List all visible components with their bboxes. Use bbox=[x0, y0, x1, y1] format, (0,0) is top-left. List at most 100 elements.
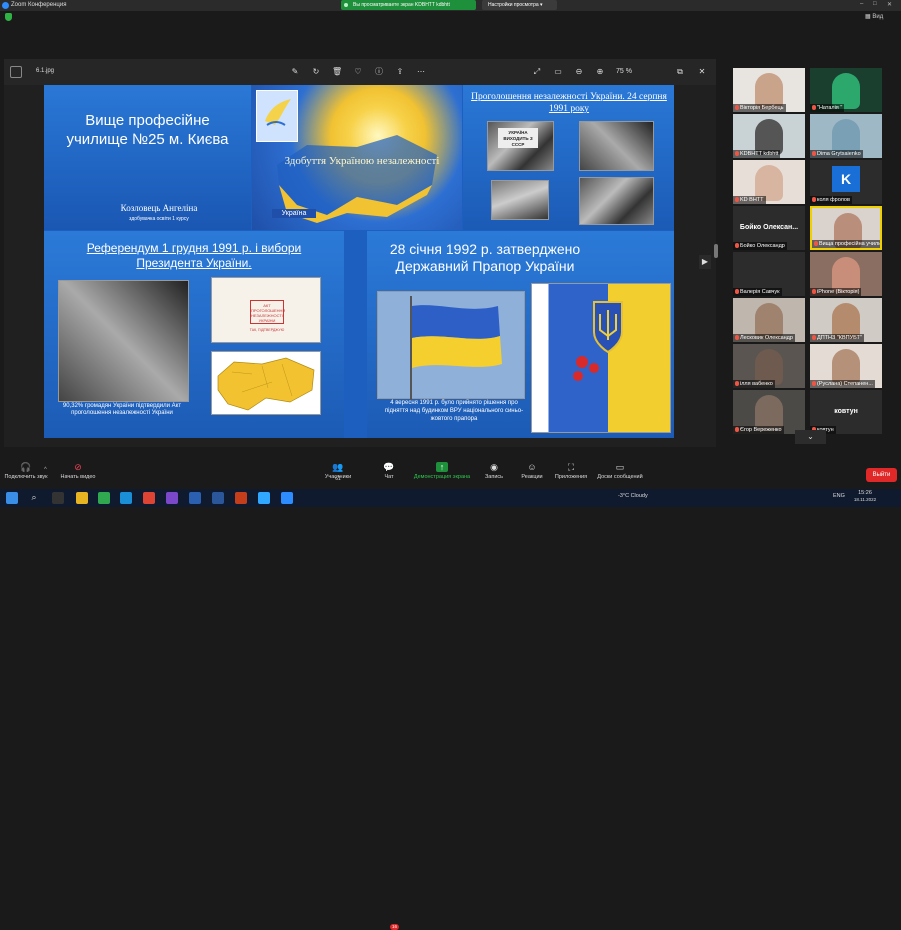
muted-mic-icon bbox=[735, 105, 739, 110]
windows-taskbar: ⌕ -3°C Cloudy ENG 15:26 18.11.2022 bbox=[0, 489, 901, 507]
edit-icon[interactable]: ✎ bbox=[290, 67, 300, 77]
participant-name-text: ДПТНЗ "КВПУБТ" bbox=[817, 335, 862, 341]
zoom-out-icon[interactable]: ⊖ bbox=[574, 67, 584, 77]
leave-button[interactable]: Выйти bbox=[866, 468, 897, 482]
viewer-close-icon[interactable]: ✕ bbox=[697, 67, 707, 77]
participant-tile[interactable]: Валерія Савчук bbox=[733, 252, 805, 296]
participant-tile[interactable]: (Руслана) Степанен... bbox=[810, 344, 882, 388]
author-name: Козловець Ангеліна bbox=[120, 203, 198, 213]
participant-tile[interactable]: KD BHTT bbox=[733, 160, 805, 204]
maximize-icon[interactable]: □ bbox=[873, 1, 877, 7]
clock-date[interactable]: 18.11.2022 bbox=[850, 497, 880, 502]
viber-icon[interactable] bbox=[166, 492, 178, 504]
start-video-button[interactable]: ⊘ Начать видео bbox=[56, 462, 100, 480]
participants-button[interactable]: 👥 61 Участники bbox=[318, 462, 358, 482]
minimize-icon[interactable]: – bbox=[860, 1, 863, 7]
zoom-in-icon[interactable]: ⊕ bbox=[595, 67, 605, 77]
participant-name: Dima Grytsaienko bbox=[810, 150, 863, 158]
photoshop-icon[interactable] bbox=[258, 492, 270, 504]
view-menu[interactable]: ▦ Вид bbox=[865, 13, 883, 20]
app-green-icon[interactable] bbox=[98, 492, 110, 504]
search-icon[interactable]: ⌕ bbox=[28, 492, 40, 504]
share-status-icon bbox=[344, 3, 348, 7]
participant-name-text: "Наталія " bbox=[817, 105, 843, 111]
slideshow-icon[interactable]: ▭ bbox=[553, 67, 563, 77]
favorite-icon[interactable]: ♡ bbox=[353, 67, 363, 77]
security-shield-icon[interactable] bbox=[5, 13, 12, 21]
start-video-label: Начать видео bbox=[60, 474, 96, 480]
participant-name: Єгор Вереженко bbox=[733, 426, 784, 434]
participant-tile[interactable]: ковтунковтун bbox=[810, 390, 882, 434]
participant-tile[interactable]: Kколя фролов bbox=[810, 160, 882, 204]
more-icon[interactable]: ⋯ bbox=[416, 67, 426, 77]
participant-name-text: iPhone (Вікторія) bbox=[817, 289, 860, 295]
whiteboards-button[interactable]: ▭ Доски сообщений bbox=[594, 462, 646, 480]
record-button[interactable]: ◉ Запись bbox=[478, 462, 510, 480]
gallery-next-page-icon[interactable]: ⌄ bbox=[795, 430, 826, 444]
expand-icon[interactable]: ⤢ bbox=[532, 67, 542, 77]
coat-of-arms-image bbox=[531, 283, 671, 433]
participant-tile[interactable]: ілля вабенко bbox=[733, 344, 805, 388]
participant-tile[interactable]: Вікторія Бербець bbox=[733, 68, 805, 112]
close-icon[interactable]: ✕ bbox=[887, 1, 892, 8]
start-icon[interactable] bbox=[6, 492, 18, 504]
viewer-toolbar: 6.1.jpg ✎ ↻ 🗑 ♡ ⓘ ⇪ ⋯ ⤢ ▭ ⊖ ⊕ 75 % ⧉ ✕ bbox=[4, 59, 716, 85]
apps-button[interactable]: ⛶ Приложения bbox=[552, 462, 590, 480]
powerpoint-icon[interactable] bbox=[235, 492, 247, 504]
window-title: Zoom Конференция bbox=[11, 2, 67, 8]
panel-referendum: Референдум 1 грудня 1991 р. і вибори Пре… bbox=[44, 231, 344, 438]
view-options-button[interactable]: Настройки просмотра ▾ bbox=[482, 0, 557, 10]
participant-name: Вікторія Бербець bbox=[733, 104, 786, 112]
muted-mic-icon bbox=[735, 427, 739, 432]
muted-mic-icon bbox=[735, 335, 739, 340]
share-screen-button[interactable]: ↑ Демонстрация экрана bbox=[410, 462, 474, 480]
gallery-icon[interactable] bbox=[10, 66, 22, 78]
participant-tile[interactable]: Вища професійна учили... bbox=[810, 206, 882, 250]
muted-mic-icon bbox=[812, 335, 816, 340]
delete-icon[interactable]: 🗑 bbox=[332, 67, 342, 77]
info-icon[interactable]: ⓘ bbox=[374, 67, 384, 77]
participant-tile[interactable]: iPhone (Вікторія) bbox=[810, 252, 882, 296]
share-banner[interactable]: Вы просматриваете экран KDBHTT kdbhtt bbox=[341, 0, 476, 10]
act-document-sub: ТАК, ПІДТВЕРДЖУЮ bbox=[249, 328, 285, 332]
participant-name-text: Валерія Савчук bbox=[740, 289, 780, 295]
share-icon[interactable]: ⇪ bbox=[395, 67, 405, 77]
photos-icon[interactable] bbox=[189, 492, 201, 504]
map-label: Україна bbox=[272, 209, 316, 218]
participant-name-text: Бойко Олександр bbox=[740, 243, 785, 249]
participant-name-text: Лесковик Олександр bbox=[740, 335, 793, 341]
office-icon[interactable] bbox=[143, 492, 155, 504]
language-indicator[interactable]: ENG bbox=[833, 493, 845, 499]
clock-time[interactable]: 15:26 bbox=[852, 490, 878, 496]
rally-sign: УКРАЇНА ВИХОДИТЬ З СССР bbox=[498, 128, 538, 148]
participant-tile[interactable]: "Наталія " bbox=[810, 68, 882, 112]
flag-photo bbox=[377, 291, 525, 400]
viewer-scrollbar[interactable] bbox=[714, 244, 718, 258]
word-icon[interactable] bbox=[212, 492, 224, 504]
chrome-icon[interactable] bbox=[76, 492, 88, 504]
reactions-button[interactable]: ☺ Реакции bbox=[514, 462, 550, 480]
participant-tile[interactable]: Dima Grytsaienko bbox=[810, 114, 882, 158]
school-title: Вище професійне училище №25 м. Києва bbox=[66, 112, 229, 148]
rotate-icon[interactable]: ↻ bbox=[311, 67, 321, 77]
participant-tile[interactable]: Бойко Олексан... Бойко Олександр bbox=[733, 206, 805, 250]
participant-tile[interactable]: KDBHTT kdbhtt bbox=[733, 114, 805, 158]
chat-button[interactable]: 💬 Чат bbox=[372, 462, 406, 480]
edge-icon[interactable] bbox=[120, 492, 132, 504]
participant-name-text: KD BHTT bbox=[740, 197, 764, 203]
next-image-icon[interactable]: ▶ bbox=[699, 255, 711, 269]
participant-tile[interactable]: ДПТНЗ "КВПУБТ" bbox=[810, 298, 882, 342]
window-restore-icon[interactable]: ⧉ bbox=[675, 67, 685, 77]
audio-options-chevron-icon[interactable]: ^ bbox=[44, 467, 47, 473]
whiteboard-icon: ▭ bbox=[615, 462, 625, 472]
participant-tile[interactable]: Лесковик Олександр bbox=[733, 298, 805, 342]
zoom-taskbar-icon[interactable] bbox=[281, 492, 293, 504]
title-bar: Zoom Конференция Вы просматриваете экран… bbox=[0, 0, 901, 11]
weather-widget[interactable]: -3°C Cloudy bbox=[618, 493, 648, 499]
join-audio-button[interactable]: 🎧 Подключить звук bbox=[2, 462, 50, 480]
referendum-map bbox=[211, 351, 321, 415]
muted-mic-icon bbox=[812, 197, 816, 202]
voting-photo bbox=[58, 280, 189, 402]
task-view-icon[interactable] bbox=[52, 492, 64, 504]
participant-tile[interactable]: Єгор Вереженко bbox=[733, 390, 805, 434]
